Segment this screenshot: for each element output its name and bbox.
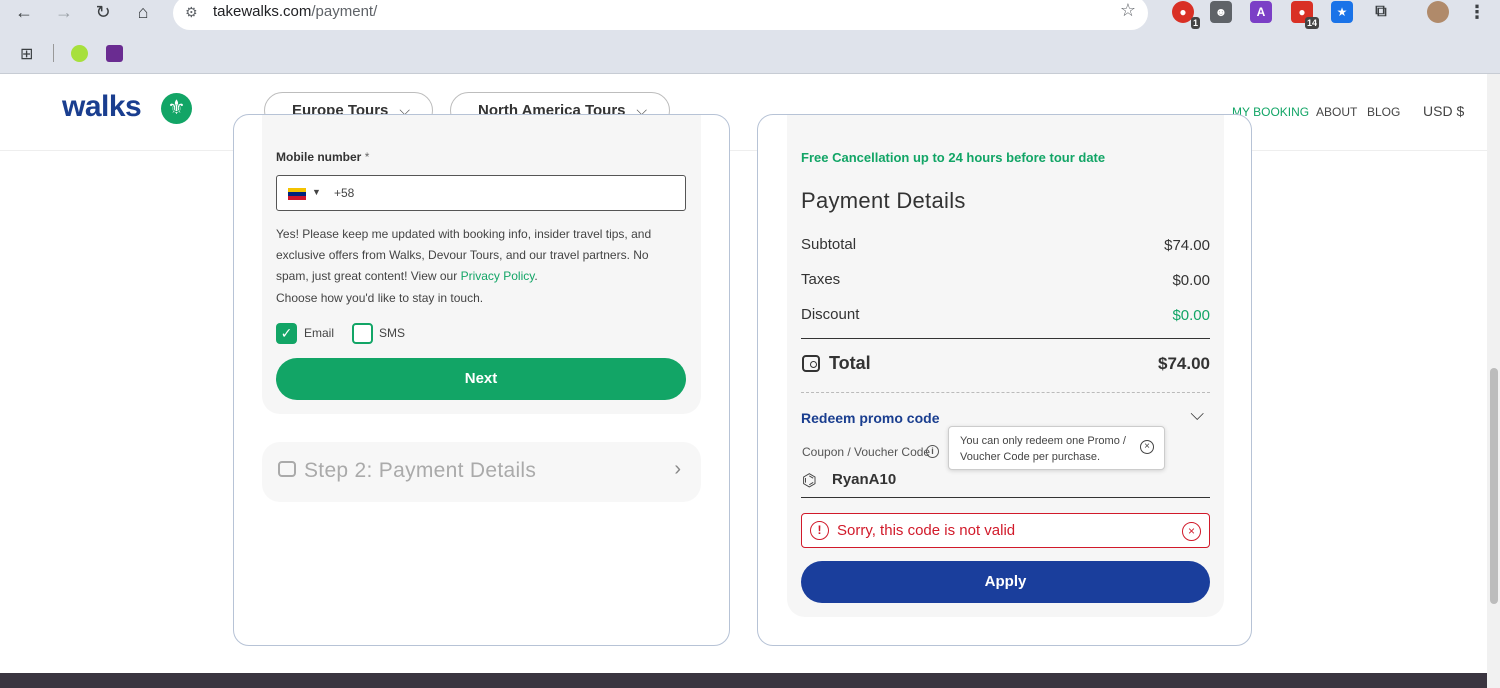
wallet-icon — [278, 461, 296, 477]
site-header: walks ⚜ Europe Tours ⌵ North America Tour… — [0, 74, 1487, 151]
page-scrollbar[interactable] — [1487, 74, 1500, 688]
free-cancellation-note: Free Cancellation up to 24 hours before … — [801, 150, 1106, 165]
taxes-label: Taxes — [801, 271, 841, 288]
payment-details-section: Free Cancellation up to 24 hours before … — [787, 115, 1224, 617]
currency-selector[interactable]: USD $ — [1423, 103, 1464, 119]
step-2-title: Step 2: Payment Details — [304, 459, 537, 482]
coupon-label: Coupon / Voucher Code — [802, 445, 931, 459]
promo-tooltip: You can only redeem one Promo / Voucher … — [948, 426, 1165, 470]
error-icon: ! — [810, 521, 829, 540]
fleur-de-lis-icon[interactable]: ⚜ — [161, 93, 192, 124]
bookmarks-bar: ⊞ — [0, 36, 1500, 74]
profile-avatar[interactable] — [1427, 1, 1449, 23]
subtotal-value: $74.00 — [1164, 237, 1210, 254]
dismiss-error-icon[interactable]: × — [1182, 522, 1201, 541]
tooltip-close-icon[interactable]: × — [1140, 440, 1154, 454]
dashed-divider — [801, 392, 1210, 393]
bookmark-divider — [53, 44, 54, 62]
bookmark-star-icon[interactable]: ☆ — [1120, 0, 1136, 21]
sms-checkbox[interactable] — [352, 323, 373, 344]
payment-summary-card: Free Cancellation up to 24 hours before … — [757, 114, 1252, 646]
coupon-input[interactable]: RyanA10 — [832, 471, 896, 488]
totals-divider — [801, 338, 1210, 339]
error-message: Sorry, this code is not valid — [837, 522, 1016, 539]
site-settings-icon[interactable]: ⚙ — [185, 4, 198, 21]
scrollbar-thumb[interactable] — [1490, 368, 1498, 604]
step-2-payment-header[interactable]: Step 2: Payment Details › — [262, 442, 701, 502]
coupon-input-underline — [801, 497, 1210, 498]
footer — [0, 673, 1487, 688]
coupon-error-alert: ! Sorry, this code is not valid × — [801, 513, 1210, 548]
reload-icon[interactable]: ↻ — [93, 2, 113, 22]
tab-extension-icon[interactable]: ★ — [1331, 1, 1353, 23]
apps-grid-icon[interactable]: ⊞ — [20, 44, 33, 64]
chevron-right-icon: › — [674, 458, 681, 480]
discount-label: Discount — [801, 306, 860, 323]
info-icon[interactable]: i — [926, 445, 939, 458]
marketing-consent-text: Yes! Please keep me updated with booking… — [276, 227, 652, 283]
apply-button[interactable]: Apply — [801, 561, 1210, 603]
bookmark-green-icon[interactable] — [71, 45, 88, 62]
forward-icon[interactable]: → — [54, 2, 74, 22]
back-icon[interactable]: ← — [14, 2, 34, 22]
browser-toolbar: ← → ↻ ⌂ ⚙ takewalks.com/payment/ ☆ ● 1 ☻ … — [0, 0, 1500, 36]
menu-kebab-icon[interactable]: ⋮ — [1466, 1, 1488, 23]
extension-red-icon-2[interactable]: ● 14 — [1291, 1, 1319, 29]
phone-prefix[interactable]: +58 — [334, 186, 354, 200]
wallet-icon — [802, 355, 820, 372]
sms-checkbox-label: SMS — [379, 326, 406, 340]
robot-extension-icon[interactable]: ☻ — [1210, 1, 1232, 23]
subtotal-label: Subtotal — [801, 236, 857, 253]
venezuela-flag-icon[interactable] — [288, 188, 306, 200]
bookmark-calculator-icon[interactable] — [106, 45, 123, 62]
mobile-number-label: Mobile number * — [276, 150, 370, 164]
tag-icon: ⌬ — [802, 471, 817, 490]
address-bar[interactable]: ⚙ takewalks.com/payment/ ☆ — [173, 0, 1148, 30]
email-checkbox[interactable]: ✓ — [276, 323, 297, 344]
payment-details-title: Payment Details — [801, 188, 966, 213]
redeem-promo-toggle[interactable]: Redeem promo code — [801, 410, 939, 426]
extension-red-icon[interactable]: ● 1 — [1172, 1, 1200, 29]
mobile-number-field[interactable]: ▼ +58 — [276, 175, 686, 211]
email-checkbox-label: Email — [304, 326, 335, 340]
total-label: Total — [829, 353, 871, 373]
caret-down-icon[interactable]: ▼ — [312, 187, 321, 197]
home-icon[interactable]: ⌂ — [133, 2, 153, 22]
contact-preference-text: Choose how you'd like to stay in touch. — [276, 291, 484, 305]
taxes-value: $0.00 — [1172, 272, 1210, 289]
discount-value: $0.00 — [1172, 307, 1210, 324]
url-text[interactable]: takewalks.com/payment/ — [213, 3, 377, 20]
privacy-policy-link[interactable]: Privacy Policy — [461, 269, 535, 283]
contact-details-section: Mobile number * ▼ +58 Yes! Please keep m… — [262, 115, 701, 414]
walks-logo[interactable]: walks — [62, 90, 142, 124]
page-viewport: walks ⚜ Europe Tours ⌵ North America Tour… — [0, 74, 1487, 688]
chevron-down-icon[interactable]: ⌵ — [1190, 404, 1204, 425]
total-value: $74.00 — [1158, 354, 1210, 373]
nav-about[interactable]: ABOUT — [1316, 105, 1357, 119]
extensions-puzzle-icon[interactable]: ⧉ — [1370, 1, 1392, 23]
next-button[interactable]: Next — [276, 358, 686, 400]
a-extension-icon[interactable]: A — [1250, 1, 1272, 23]
booking-form-card: Mobile number * ▼ +58 Yes! Please keep m… — [233, 114, 730, 646]
nav-blog[interactable]: BLOG — [1367, 105, 1400, 119]
tooltip-text: You can only redeem one Promo / Voucher … — [960, 435, 1126, 463]
